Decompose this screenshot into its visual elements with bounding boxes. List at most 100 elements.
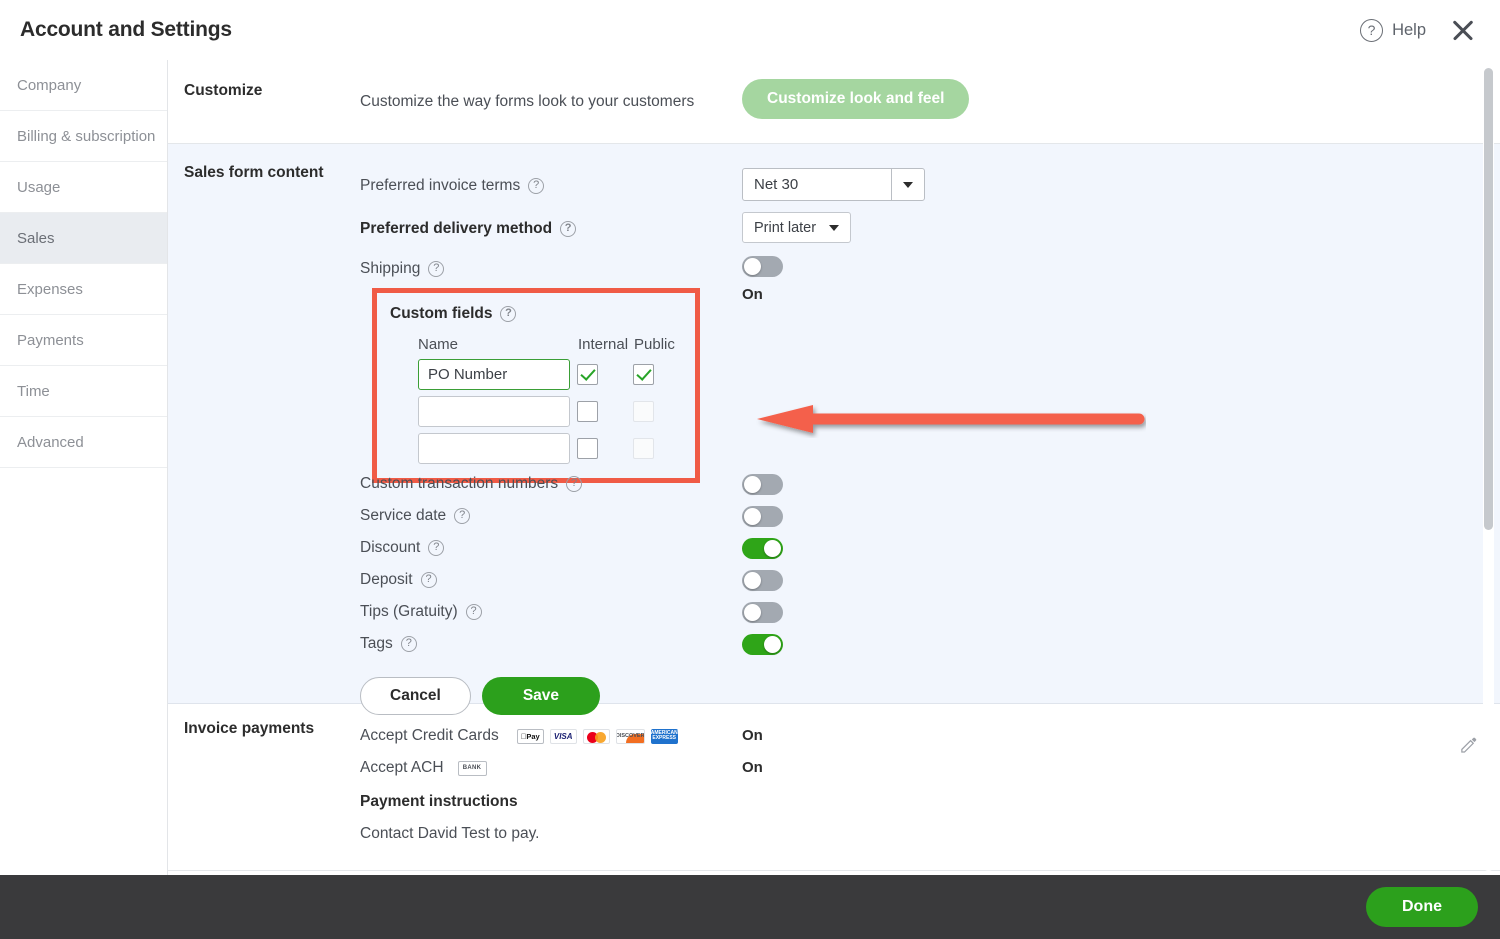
- custom-fields-panel: Custom fields ? Name Internal Public: [372, 288, 700, 483]
- customize-look-and-feel-button[interactable]: Customize look and feel: [742, 79, 969, 119]
- custom-transaction-numbers-toggle[interactable]: [742, 474, 783, 495]
- section-sales-form-content: Sales form content Preferred invoice ter…: [168, 144, 1500, 704]
- help-tooltip-icon[interactable]: ?: [500, 306, 516, 322]
- section-body-sales-form-content: Preferred invoice terms ? Net 30: [360, 164, 1500, 677]
- section-body-invoice-payments: Accept Credit Cards Pay VISA DISCOVER A…: [360, 720, 1500, 850]
- accept-credit-cards-label: Accept Credit Cards Pay VISA DISCOVER A…: [360, 727, 742, 745]
- custom-field-name-input-3[interactable]: [418, 433, 570, 464]
- header-actions: ? Help: [1360, 15, 1478, 45]
- sidebar-item-label: Sales: [17, 230, 55, 247]
- help-tooltip-icon[interactable]: ?: [428, 261, 444, 277]
- help-tooltip-icon[interactable]: ?: [421, 572, 437, 588]
- service-date-label: Service date ?: [360, 507, 742, 525]
- section-body-customize: Customize the way forms look to your cus…: [360, 82, 1500, 122]
- shipping-toggle[interactable]: [742, 256, 783, 277]
- custom-transaction-numbers-label: Custom transaction numbers ?: [360, 475, 742, 493]
- sidebar-item-billing-subscription[interactable]: Billing & subscription: [0, 111, 167, 162]
- sidebar-item-label: Expenses: [17, 281, 83, 298]
- question-circle-icon: ?: [1360, 19, 1383, 42]
- service-date-toggle[interactable]: [742, 506, 783, 527]
- tags-label: Tags ?: [360, 635, 742, 653]
- edit-invoice-payments-pencil-icon[interactable]: [1459, 734, 1478, 758]
- dialog-header: Account and Settings ? Help: [0, 0, 1500, 60]
- shipping-label: Shipping ?: [360, 260, 742, 278]
- settings-sidebar: Company Billing & subscription Usage Sal…: [0, 60, 168, 875]
- help-tooltip-icon[interactable]: ?: [566, 476, 582, 492]
- accept-credit-cards-status: On: [742, 727, 763, 744]
- tips-gratuity-toggle[interactable]: [742, 602, 783, 623]
- apple-pay-icon: Pay: [517, 729, 544, 744]
- custom-field-public-checkbox-1[interactable]: [633, 364, 654, 385]
- sales-form-toggle-list: Custom transaction numbers ? Service dat…: [360, 468, 1500, 715]
- preferred-delivery-method-dropdown[interactable]: Print later: [742, 212, 851, 243]
- preferred-delivery-method-label: Preferred delivery method ?: [360, 220, 742, 238]
- help-tooltip-icon[interactable]: ?: [428, 540, 444, 556]
- sidebar-item-time[interactable]: Time: [0, 366, 167, 417]
- dialog-footer: Done: [0, 875, 1500, 939]
- chevron-down-icon: [829, 225, 839, 231]
- sidebar-item-sales[interactable]: Sales: [0, 213, 167, 264]
- sidebar-item-usage[interactable]: Usage: [0, 162, 167, 213]
- section-label-customize: Customize: [168, 82, 360, 122]
- section-products-and-services: Products and services Show Product/Servi…: [168, 871, 1500, 875]
- custom-fields-header-row: Name Internal Public: [390, 336, 695, 353]
- settings-content: Customize Customize the way forms look t…: [168, 60, 1500, 875]
- help-tooltip-icon[interactable]: ?: [401, 636, 417, 652]
- section-label-sales-form-content: Sales form content: [168, 164, 360, 677]
- sidebar-item-label: Company: [17, 77, 81, 94]
- tips-gratuity-label: Tips (Gratuity) ?: [360, 603, 742, 621]
- sidebar-item-label: Advanced: [17, 434, 84, 451]
- scroll-content: Customize Customize the way forms look t…: [168, 60, 1500, 875]
- custom-field-internal-checkbox-3[interactable]: [577, 438, 598, 459]
- sidebar-item-expenses[interactable]: Expenses: [0, 264, 167, 315]
- sidebar-item-label: Payments: [17, 332, 84, 349]
- custom-field-internal-checkbox-1[interactable]: [577, 364, 598, 385]
- sidebar-item-label: Billing & subscription: [17, 128, 155, 145]
- help-button[interactable]: ? Help: [1360, 19, 1426, 42]
- deposit-toggle[interactable]: [742, 570, 783, 591]
- mastercard-icon: [583, 729, 610, 744]
- chevron-down-icon: [891, 169, 924, 200]
- close-icon[interactable]: [1448, 15, 1478, 45]
- discount-toggle[interactable]: [742, 538, 783, 559]
- page-title: Account and Settings: [20, 18, 232, 42]
- content-scrollbar-thumb[interactable]: [1484, 68, 1493, 530]
- column-header-name: Name: [418, 336, 578, 353]
- customize-description: Customize the way forms look to your cus…: [360, 93, 742, 111]
- preferred-invoice-terms-dropdown[interactable]: Net 30: [742, 168, 925, 201]
- custom-fields-title: Custom fields ?: [390, 305, 695, 323]
- sidebar-item-label: Time: [17, 383, 50, 400]
- sidebar-item-payments[interactable]: Payments: [0, 315, 167, 366]
- section-label-invoice-payments: Invoice payments: [168, 720, 360, 850]
- section-customize: Customize Customize the way forms look t…: [168, 60, 1500, 144]
- dropdown-value: Net 30: [743, 176, 891, 193]
- custom-field-public-checkbox-3: [633, 438, 654, 459]
- help-tooltip-icon[interactable]: ?: [528, 178, 544, 194]
- dropdown-value: Print later: [754, 220, 816, 236]
- custom-field-name-input-2[interactable]: [418, 396, 570, 427]
- done-button[interactable]: Done: [1366, 887, 1478, 927]
- help-tooltip-icon[interactable]: ?: [560, 221, 576, 237]
- payment-method-icons: Pay VISA DISCOVER AMERICAN EXPRESS: [517, 729, 678, 744]
- accept-ach-status: On: [742, 759, 763, 776]
- sidebar-item-label: Usage: [17, 179, 60, 196]
- sidebar-item-advanced[interactable]: Advanced: [0, 417, 167, 468]
- account-settings-dialog: Account and Settings ? Help Company Bill…: [0, 0, 1500, 939]
- custom-field-public-checkbox-2: [633, 401, 654, 422]
- custom-field-row: [390, 433, 695, 464]
- custom-field-internal-checkbox-2[interactable]: [577, 401, 598, 422]
- column-header-internal: Internal: [578, 336, 634, 353]
- help-tooltip-icon[interactable]: ?: [454, 508, 470, 524]
- custom-fields-status-text: On: [742, 286, 763, 303]
- help-label: Help: [1392, 21, 1426, 40]
- help-tooltip-icon[interactable]: ?: [466, 604, 482, 620]
- dialog-body: Company Billing & subscription Usage Sal…: [0, 60, 1500, 875]
- column-header-public: Public: [634, 336, 690, 353]
- deposit-label: Deposit ?: [360, 571, 742, 589]
- amex-icon: AMERICAN EXPRESS: [651, 729, 678, 744]
- tags-toggle[interactable]: [742, 634, 783, 655]
- sidebar-item-company[interactable]: Company: [0, 60, 167, 111]
- visa-icon: VISA: [550, 729, 577, 744]
- discover-icon: DISCOVER: [616, 729, 645, 744]
- custom-field-name-input-1[interactable]: [418, 359, 570, 390]
